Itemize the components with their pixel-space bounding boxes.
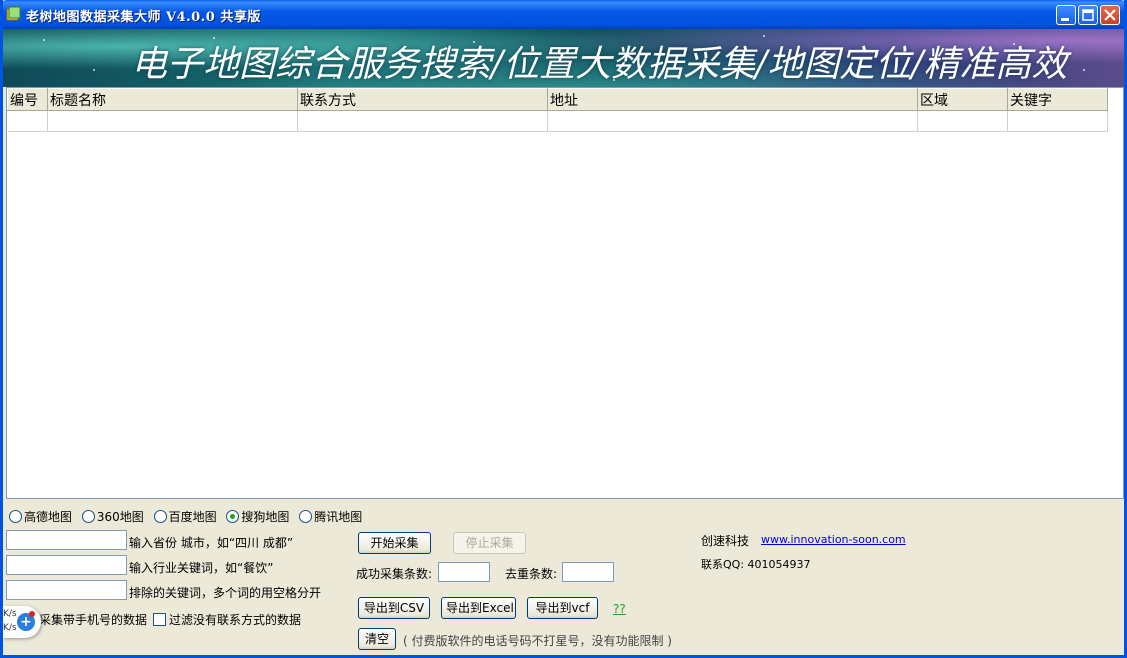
export-csv-button[interactable]: 导出到CSV — [358, 597, 430, 619]
company-name: 创速科技 — [701, 534, 750, 548]
app-icon — [6, 6, 21, 21]
banner: 电子地图综合服务搜索/位置大数据采集/地图定位/精准高效 — [3, 29, 1124, 87]
radio-circle — [81, 510, 95, 523]
filter-no-contact-checkbox[interactable] — [153, 613, 166, 626]
radio-circle-selected — [226, 510, 240, 523]
stop-collect-button[interactable]: 停止采集 — [453, 532, 526, 554]
minimize-button[interactable] — [1056, 5, 1076, 25]
keyword-input[interactable] — [6, 555, 127, 575]
mobile-only-option[interactable]: 采集带手机号的数据 — [23, 611, 147, 628]
table-cell — [547, 110, 918, 132]
dedupe-count-field[interactable] — [562, 562, 614, 582]
maximize-button[interactable] — [1078, 5, 1098, 25]
title-bar[interactable]: 老树地图数据采集大师 V4.0.0 共享版 — [3, 0, 1124, 29]
column-header-contact[interactable]: 联系方式 — [297, 88, 548, 111]
table-cell — [917, 110, 1008, 132]
radio-label: 腾讯地图 — [314, 510, 363, 524]
export-vcf-button[interactable]: 导出到vcf — [527, 597, 598, 619]
radio-circle — [9, 510, 22, 523]
speed-text-2: K/s — [3, 623, 17, 633]
radio-amap[interactable]: 高德地图 — [9, 508, 72, 525]
export-excel-button[interactable]: 导出到Excel — [441, 597, 516, 619]
table-cell — [7, 110, 48, 132]
radio-label: 高德地图 — [24, 510, 73, 524]
column-header-title[interactable]: 标题名称 — [47, 88, 298, 111]
help-link[interactable]: ?? — [613, 602, 626, 616]
radio-label: 搜狗地图 — [241, 510, 290, 524]
table-cell — [47, 110, 298, 132]
table-header-row: 编号 标题名称 联系方式 地址 区域 关键字 — [7, 88, 1108, 111]
results-table[interactable]: 编号 标题名称 联系方式 地址 区域 关键字 — [6, 87, 1124, 499]
radio-circle — [299, 510, 313, 523]
speed-text-1: K/s — [3, 609, 17, 619]
window-title: 老树地图数据采集大师 V4.0.0 共享版 — [26, 10, 261, 25]
radio-360map[interactable]: 360地图 — [81, 508, 144, 525]
map-source-group: 高德地图 360地图 百度地图 搜狗地图 腾讯地图 — [9, 508, 368, 524]
column-header-id[interactable]: 编号 — [7, 88, 48, 111]
city-input[interactable] — [6, 530, 127, 550]
exclude-hint: 排除的关键词，多个词的用空格分开 — [129, 586, 322, 600]
start-collect-button[interactable]: 开始采集 — [358, 532, 431, 554]
contact-qq: 联系QQ: 401054937 — [701, 558, 811, 571]
table-cell — [1007, 110, 1108, 132]
mobile-only-label: 采集带手机号的数据 — [39, 613, 148, 627]
radio-circle — [153, 510, 167, 523]
table-cell — [297, 110, 548, 132]
radio-label: 360地图 — [96, 510, 144, 524]
exclude-input[interactable] — [6, 580, 127, 600]
radio-baidumap[interactable]: 百度地图 — [153, 508, 217, 525]
city-hint: 输入省份 城市，如“四川 成都” — [129, 536, 294, 550]
table-row[interactable] — [7, 110, 1108, 132]
radio-sogoumap[interactable]: 搜狗地图 — [226, 508, 289, 525]
success-count-field[interactable] — [438, 562, 490, 582]
success-count-label: 成功采集条数: — [356, 567, 433, 581]
filter-no-contact-option[interactable]: 过滤没有联系方式的数据 — [153, 611, 301, 628]
floating-speed-widget[interactable]: K/s K/s + — [3, 606, 41, 638]
column-header-region[interactable]: 区域 — [917, 88, 1008, 111]
license-notice: ( 付费版软件的电话号码不打星号，没有功能限制 ) — [403, 634, 672, 648]
radio-label: 百度地图 — [168, 510, 217, 524]
radio-tencentmap[interactable]: 腾讯地图 — [299, 508, 362, 525]
column-header-keyword[interactable]: 关键字 — [1007, 88, 1108, 111]
dedupe-count-label: 去重条数: — [505, 567, 558, 581]
filter-no-contact-label: 过滤没有联系方式的数据 — [169, 613, 302, 627]
company-website-link[interactable]: www.innovation-soon.com — [761, 533, 906, 546]
banner-slogan: 电子地图综合服务搜索/位置大数据采集/地图定位/精准高效 — [131, 44, 1068, 85]
keyword-hint: 输入行业关键词，如“餐饮” — [129, 561, 274, 575]
column-header-address[interactable]: 地址 — [547, 88, 918, 111]
close-button[interactable] — [1100, 5, 1120, 25]
clear-button[interactable]: 清空 — [358, 628, 396, 650]
close-icon — [1104, 9, 1116, 21]
notification-dot-icon — [29, 611, 35, 617]
maximize-icon — [1082, 9, 1094, 21]
app-window: 老树地图数据采集大师 V4.0.0 共享版 电子地图综合服务搜索/位置大数据采集… — [0, 0, 1127, 658]
minimize-icon — [1061, 18, 1069, 21]
